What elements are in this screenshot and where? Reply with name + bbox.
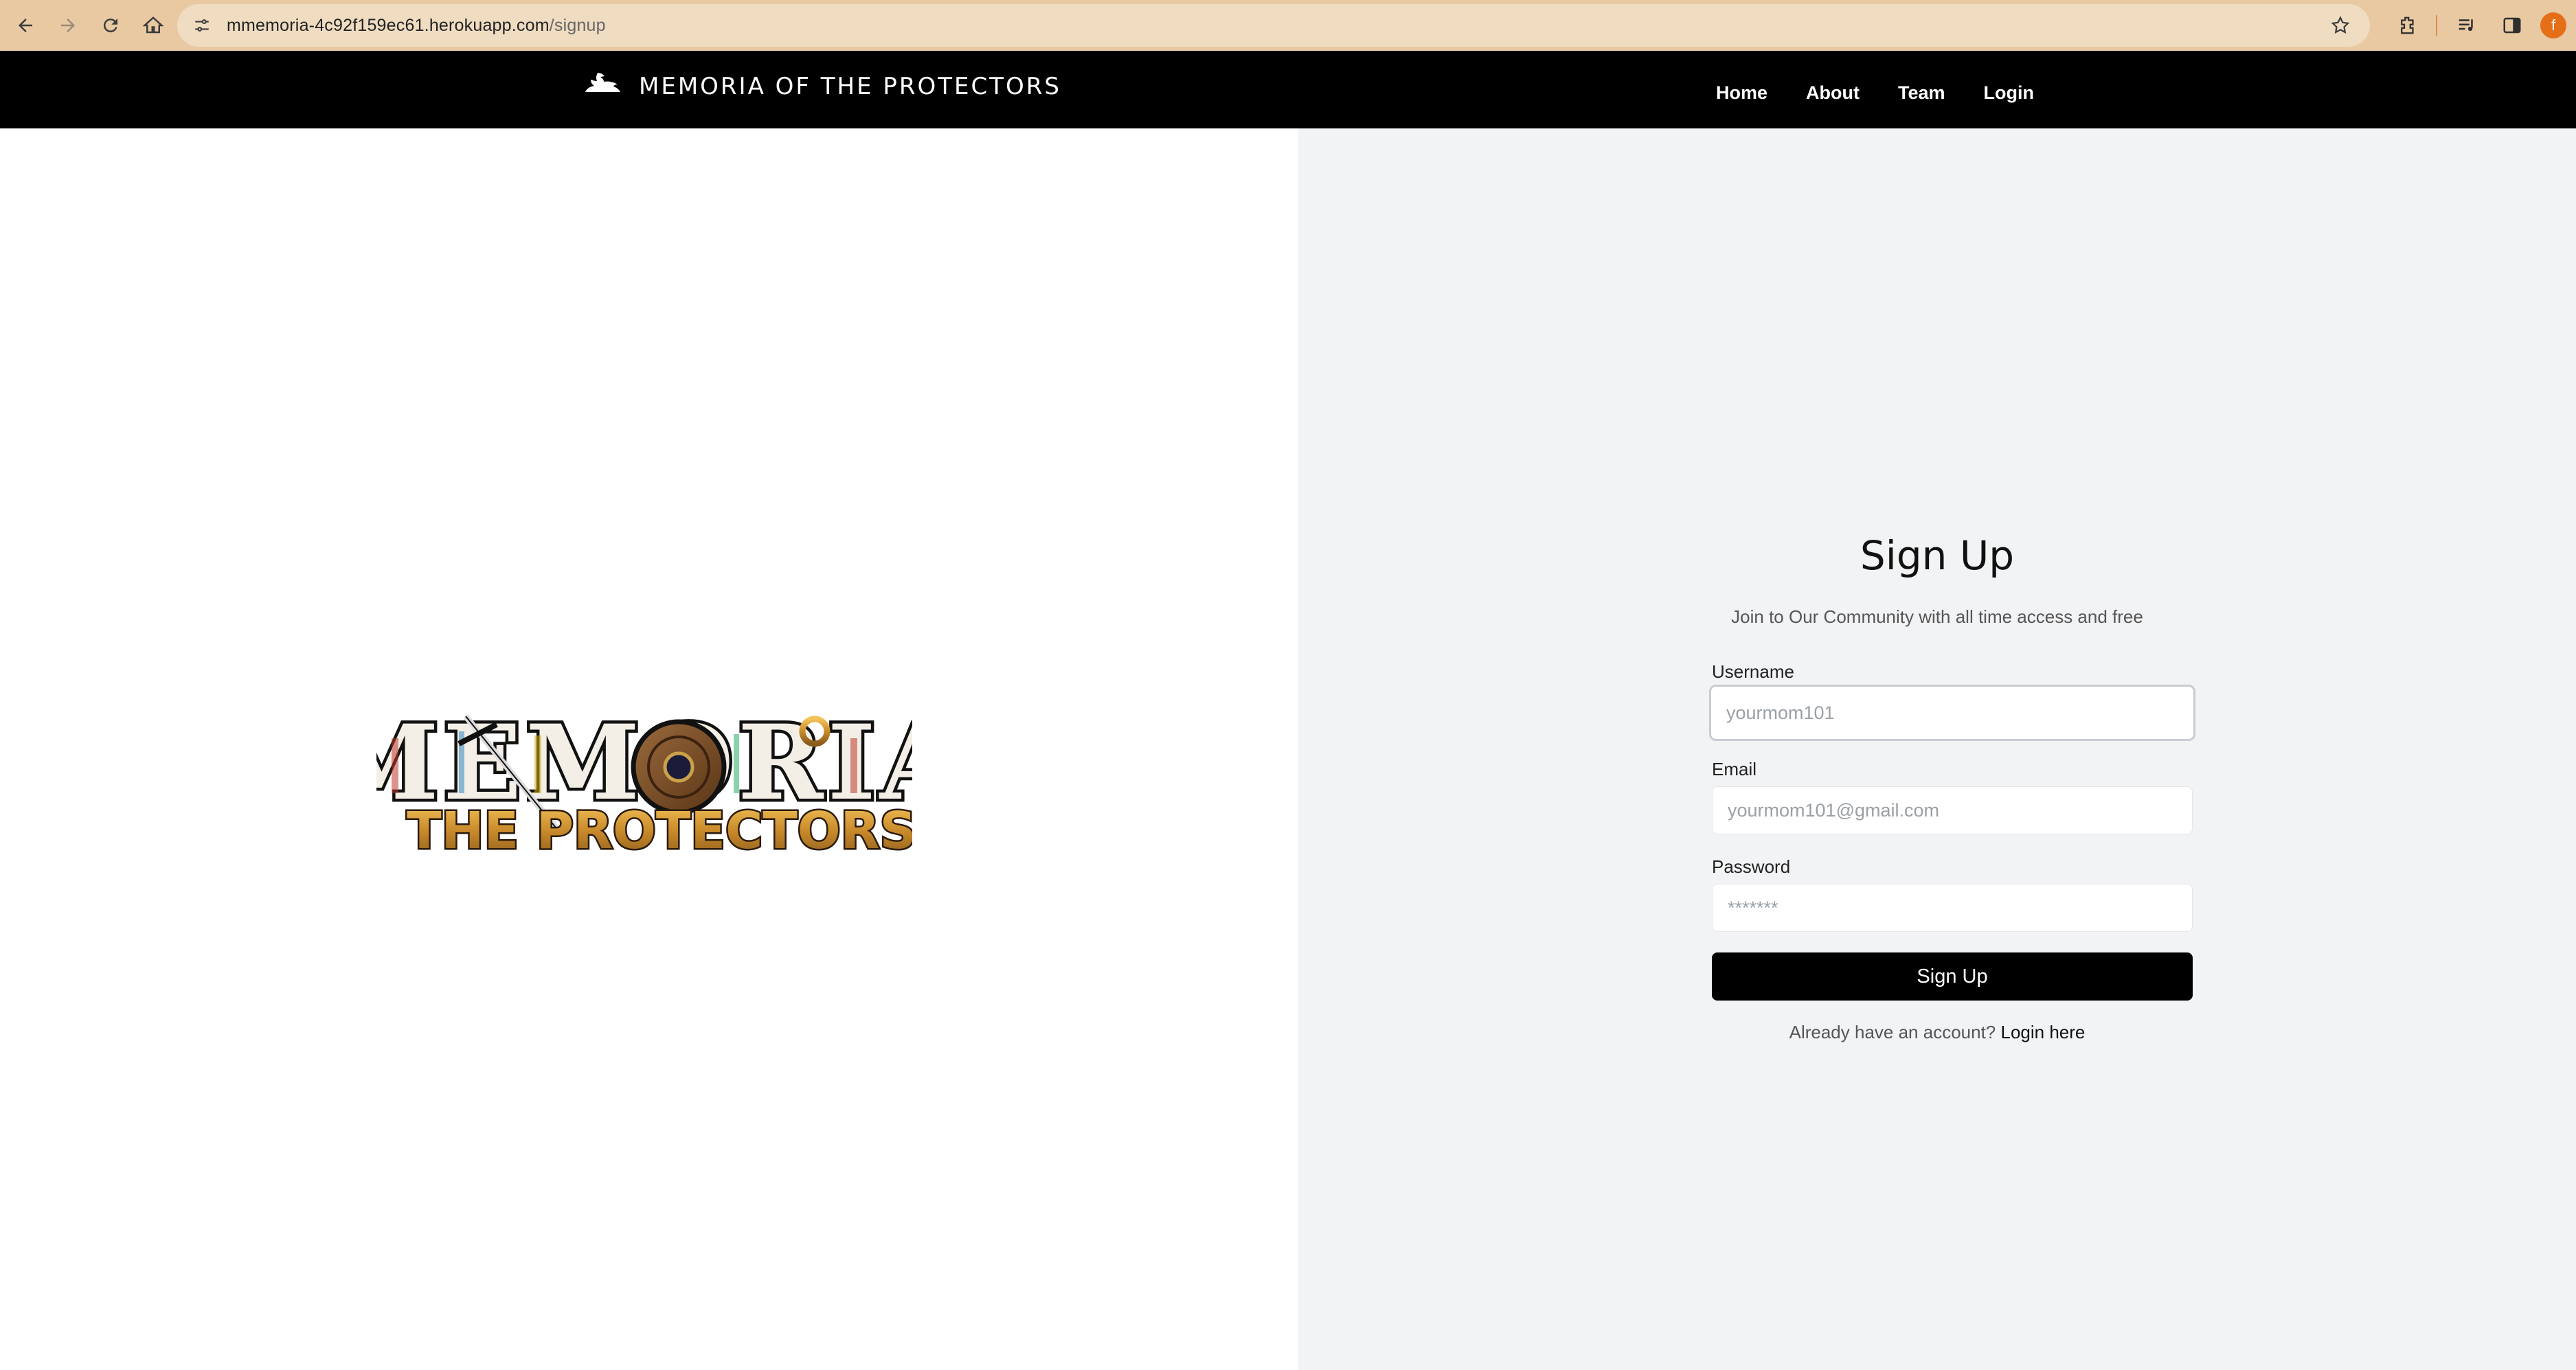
email-input[interactable] xyxy=(1712,786,2193,834)
signup-button[interactable]: Sign Up xyxy=(1712,952,2193,1001)
back-icon[interactable] xyxy=(8,8,43,43)
url-path: /signup xyxy=(549,15,606,35)
nav-login[interactable]: Login xyxy=(1984,82,2034,104)
media-controls-icon[interactable] xyxy=(2450,8,2484,43)
password-label: Password xyxy=(1712,856,1791,877)
nav-home[interactable]: Home xyxy=(1716,82,1767,104)
brand[interactable]: MEMORIA OF THE PROTECTORS xyxy=(584,71,1061,102)
login-prompt-text: Already have an account? xyxy=(1789,1022,1996,1042)
site-info-icon[interactable] xyxy=(187,10,217,41)
signup-title: Sign Up xyxy=(1860,532,2015,579)
nav-team[interactable]: Team xyxy=(1898,82,1945,104)
browser-toolbar: mmemoria-4c92f159ec61.herokuapp.com/sign… xyxy=(0,0,2576,51)
username-input[interactable] xyxy=(1709,685,2195,741)
main-nav: Home About Team Login xyxy=(1716,82,2072,104)
forward-icon[interactable] xyxy=(51,8,85,43)
address-bar[interactable]: mmemoria-4c92f159ec61.herokuapp.com/sign… xyxy=(177,4,2370,47)
signup-subtitle: Join to Our Community with all time acce… xyxy=(1731,606,2143,627)
login-here-link[interactable]: Login here xyxy=(2001,1022,2086,1042)
login-prompt-line: Already have an account? Login here xyxy=(1298,1022,2576,1043)
url-host: mmemoria-4c92f159ec61.herokuapp.com xyxy=(227,15,550,35)
brand-name: MEMORIA OF THE PROTECTORS xyxy=(639,73,1061,100)
url-text: mmemoria-4c92f159ec61.herokuapp.com/sign… xyxy=(227,16,606,36)
username-label: Username xyxy=(1712,661,1794,682)
brand-logo-icon xyxy=(585,73,620,92)
side-panel-icon[interactable] xyxy=(2495,8,2529,43)
toolbar-divider xyxy=(2436,15,2437,36)
profile-avatar[interactable]: f xyxy=(2540,12,2566,38)
svg-text:THE PROTECTORS: THE PROTECTORS xyxy=(407,801,912,858)
password-input[interactable] xyxy=(1712,884,2193,932)
email-label: Email xyxy=(1712,759,1757,779)
extensions-icon[interactable] xyxy=(2391,8,2425,43)
nav-about[interactable]: About xyxy=(1806,82,1860,104)
memoria-logo: MEMORIA THE PROTECTORS xyxy=(376,711,912,858)
reload-icon[interactable] xyxy=(93,8,128,43)
signup-pane xyxy=(1298,128,2576,1370)
bookmark-star-icon[interactable] xyxy=(2326,11,2355,40)
site-header: MEMORIA OF THE PROTECTORS Home About Tea… xyxy=(0,51,2576,128)
home-icon[interactable] xyxy=(136,8,170,43)
